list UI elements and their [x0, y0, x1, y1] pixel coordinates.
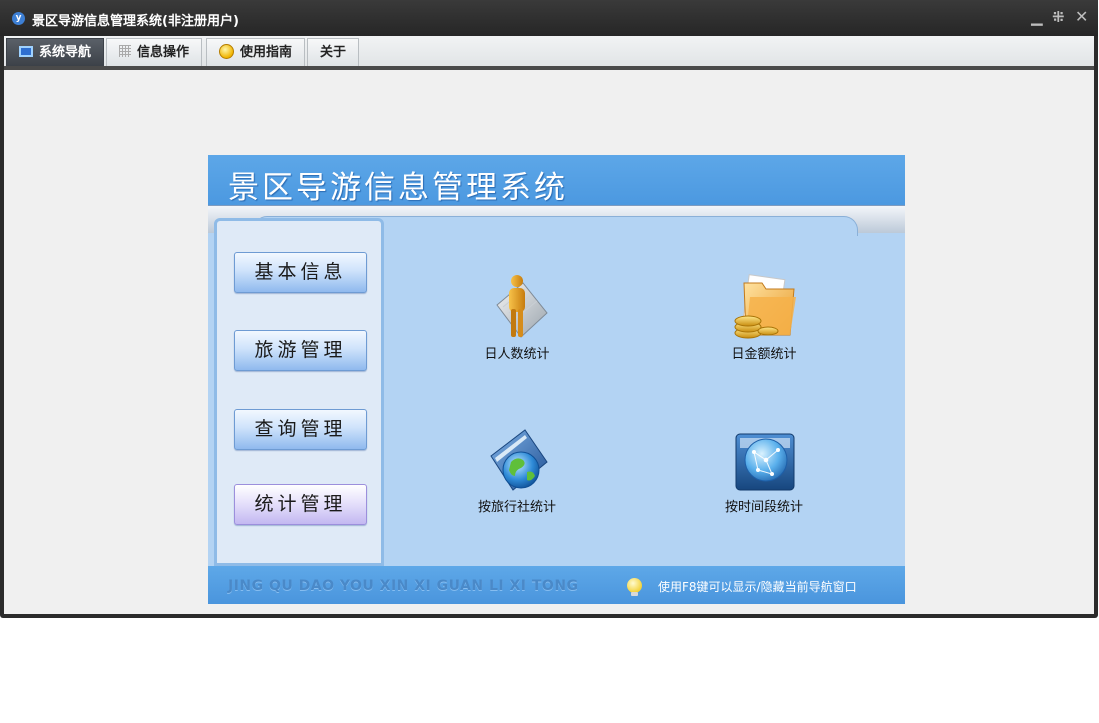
- tile-daily-amount[interactable]: 日金额统计: [694, 273, 834, 383]
- statistics-management-button[interactable]: 统计管理: [234, 484, 367, 525]
- menu-bar: 系统导航 信息操作 使用指南 关于: [4, 36, 1094, 67]
- navigation-panel: 景区导游信息管理系统 基本信息 旅游管理 查询管理 统计管理 日人数统计 日金额…: [208, 155, 905, 604]
- title-bar[interactable]: y 景区导游信息管理系统(非注册用户) ▁ ⁜ ✕: [0, 0, 1098, 36]
- panel-header: 景区导游信息管理系统: [208, 155, 905, 207]
- panel-title: 景区导游信息管理系统: [228, 170, 568, 206]
- close-icon[interactable]: ✕: [1075, 7, 1088, 26]
- footer-pinyin: JING QU DAO YOU XIN XI GUAN LI XI TONG: [228, 578, 579, 594]
- tile-label: 按旅行社统计: [477, 500, 556, 515]
- tab-label: 使用指南: [240, 45, 293, 60]
- grid-icon: [119, 45, 131, 57]
- tile-by-time-period[interactable]: 按时间段统计: [694, 426, 834, 536]
- network-globe-icon: [735, 433, 795, 491]
- minimize-icon[interactable]: ▁: [1031, 8, 1043, 26]
- tile-by-travel-agency[interactable]: 按旅行社统计: [447, 426, 587, 536]
- tab-label: 系统导航: [39, 45, 92, 60]
- folder-coins-icon: [734, 274, 796, 339]
- tab-system-navigation[interactable]: 系统导航: [6, 38, 105, 66]
- person-stats-icon: [496, 275, 548, 338]
- tab-info-operations[interactable]: 信息操作: [106, 38, 203, 66]
- sidebar: 基本信息 旅游管理 查询管理 统计管理: [214, 218, 384, 566]
- guide-icon: [219, 43, 234, 59]
- tour-management-button[interactable]: 旅游管理: [234, 330, 367, 371]
- app-logo-icon: y: [12, 12, 25, 25]
- tab-about[interactable]: 关于: [307, 38, 360, 66]
- window-title: 景区导游信息管理系统(非注册用户): [32, 14, 239, 29]
- basic-info-button[interactable]: 基本信息: [234, 252, 367, 293]
- query-management-button[interactable]: 查询管理: [234, 409, 367, 450]
- globe-book-icon: [490, 429, 548, 491]
- tab-label: 信息操作: [137, 45, 190, 60]
- tile-label: 按时间段统计: [724, 500, 803, 515]
- restore-icon[interactable]: ⁜: [1052, 8, 1065, 26]
- tab-label: 关于: [320, 45, 347, 60]
- panel-footer: JING QU DAO YOU XIN XI GUAN LI XI TONG 使…: [208, 566, 905, 604]
- footer-tip: 使用F8键可以显示/隐藏当前导航窗口: [658, 580, 857, 594]
- lightbulb-icon: [627, 578, 642, 596]
- tile-label: 日金额统计: [731, 347, 797, 362]
- tile-label: 日人数统计: [484, 347, 550, 362]
- monitor-icon: [19, 45, 33, 57]
- tile-area: 日人数统计 日金额统计 按旅行社统计 按时间段统计: [385, 218, 905, 566]
- tile-daily-visitors[interactable]: 日人数统计: [447, 273, 587, 383]
- tab-user-guide[interactable]: 使用指南: [206, 38, 306, 66]
